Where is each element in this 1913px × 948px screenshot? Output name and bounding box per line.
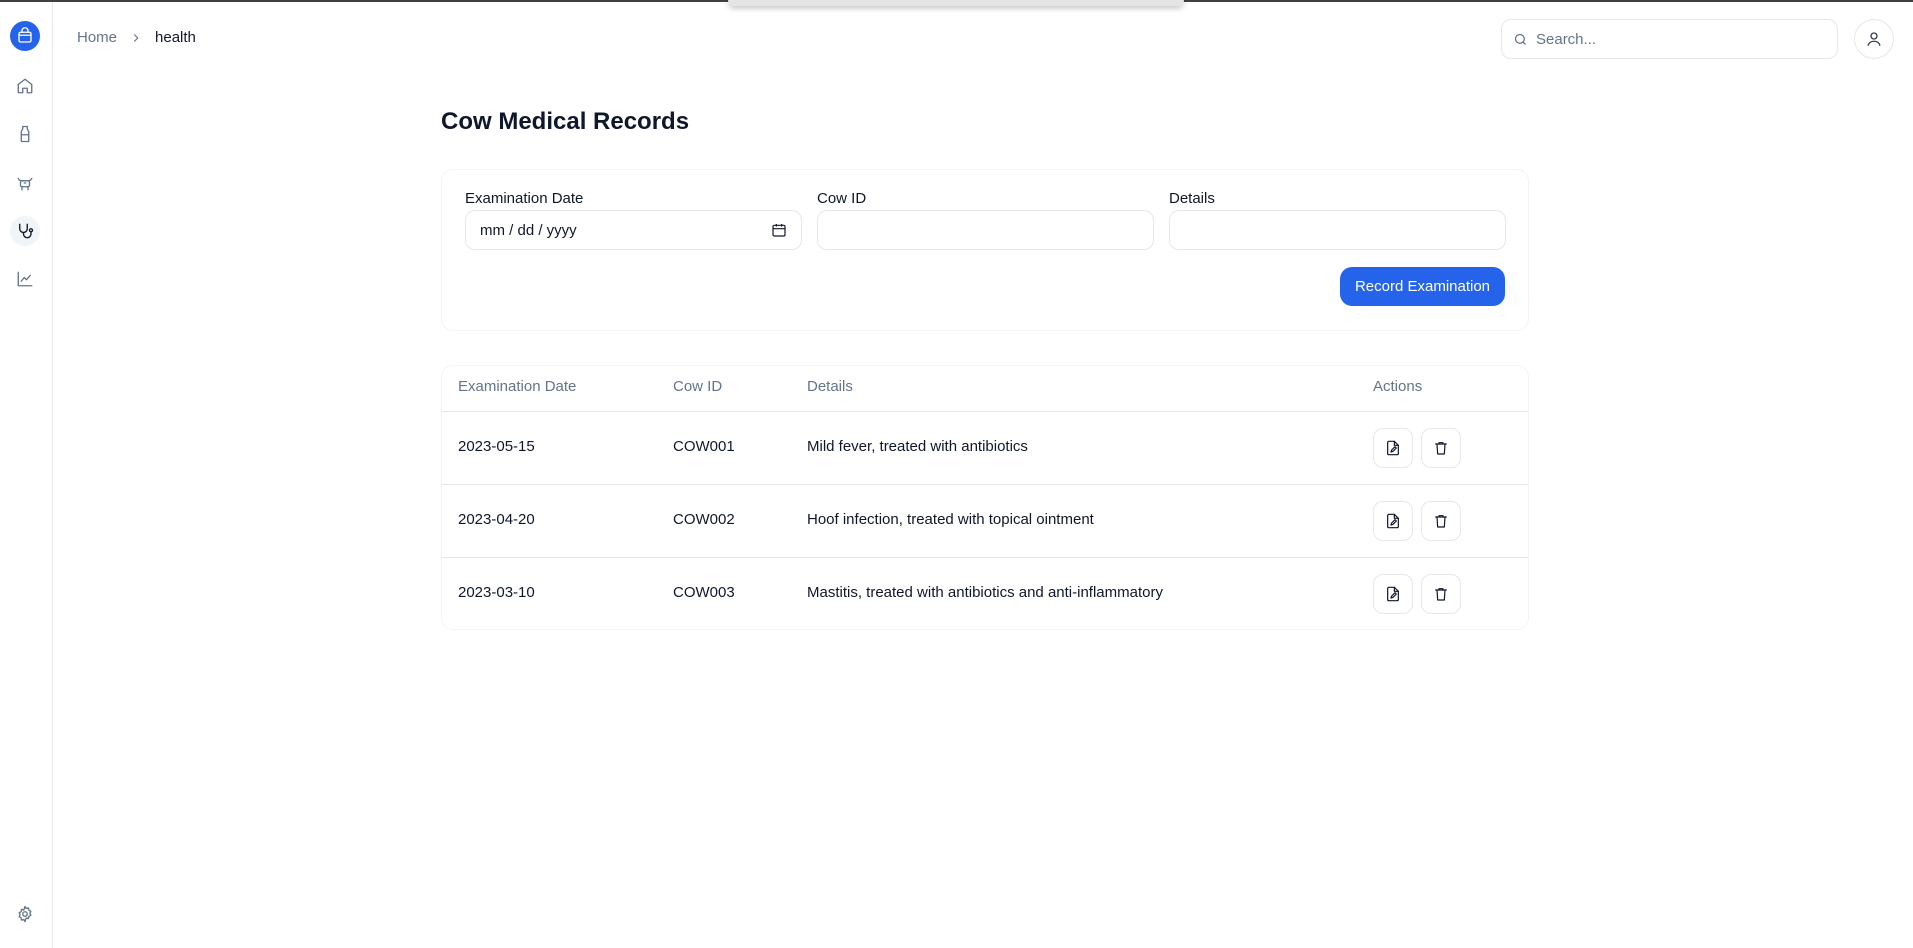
search-input[interactable] xyxy=(1536,30,1826,48)
home-icon[interactable] xyxy=(10,71,40,101)
search-box xyxy=(1501,19,1838,59)
sidebar xyxy=(0,2,53,948)
row-date: 2023-04-20 xyxy=(458,511,535,528)
stethoscope-icon[interactable] xyxy=(10,216,40,246)
breadcrumb-home-link[interactable]: Home xyxy=(77,29,117,46)
row-cow-id: COW002 xyxy=(673,511,735,528)
trash-icon xyxy=(1435,442,1447,455)
top-header: Home health xyxy=(54,2,1913,74)
calendar-icon[interactable] xyxy=(771,222,787,238)
cow-id-field xyxy=(817,210,1154,250)
cow-id-input[interactable] xyxy=(832,221,1139,239)
row-details: Mild fever, treated with antibiotics xyxy=(807,438,1028,455)
breadcrumb-current: health xyxy=(155,29,196,46)
edit-record-button[interactable] xyxy=(1373,428,1413,468)
cow-id-label: Cow ID xyxy=(817,190,867,207)
table-row: 2023-05-15 COW001 Mild fever, treated wi… xyxy=(442,412,1528,485)
user-avatar-button[interactable] xyxy=(1854,19,1894,59)
row-cow-id: COW001 xyxy=(673,438,735,455)
file-edit-icon xyxy=(1387,586,1399,602)
table-row: 2023-03-10 COW003 Mastitis, treated with… xyxy=(442,558,1528,629)
edit-record-button[interactable] xyxy=(1373,574,1413,614)
record-examination-button[interactable]: Record Examination xyxy=(1340,267,1505,306)
details-field xyxy=(1169,210,1506,250)
column-header-details: Details xyxy=(807,378,853,395)
column-header-date: Examination Date xyxy=(458,378,577,395)
table-header: Examination Date Cow ID Details Actions xyxy=(442,366,1528,412)
trash-icon xyxy=(1435,588,1447,601)
row-cow-id: COW003 xyxy=(673,584,735,601)
records-table: Examination Date Cow ID Details Actions … xyxy=(441,365,1529,630)
table-row: 2023-04-20 COW002 Hoof infection, treate… xyxy=(442,485,1528,558)
row-date: 2023-03-10 xyxy=(458,584,535,601)
delete-record-button[interactable] xyxy=(1421,574,1461,614)
row-date: 2023-05-15 xyxy=(458,438,535,455)
details-input[interactable] xyxy=(1184,221,1491,239)
delete-record-button[interactable] xyxy=(1421,501,1461,541)
details-label: Details xyxy=(1169,190,1215,207)
date-placeholder: mm / dd / yyyy xyxy=(480,221,577,239)
examination-form xyxy=(441,169,1529,331)
file-edit-icon xyxy=(1387,513,1399,529)
file-edit-icon xyxy=(1387,440,1399,456)
app-logo-icon[interactable] xyxy=(10,21,40,51)
milk-bottle-icon[interactable] xyxy=(10,119,40,149)
user-icon xyxy=(1867,32,1881,46)
row-details: Hoof infection, treated with topical oin… xyxy=(807,511,1094,528)
cow-icon[interactable] xyxy=(10,168,40,198)
settings-gear-icon[interactable] xyxy=(10,899,40,929)
edit-record-button[interactable] xyxy=(1373,501,1413,541)
examination-date-label: Examination Date xyxy=(465,190,584,207)
chart-line-icon[interactable] xyxy=(10,264,40,294)
column-header-cow-id: Cow ID xyxy=(673,378,723,395)
breadcrumb: Home health xyxy=(77,29,196,46)
chevron-right-icon xyxy=(129,31,143,45)
trash-icon xyxy=(1435,515,1447,528)
delete-record-button[interactable] xyxy=(1421,428,1461,468)
column-header-actions: Actions xyxy=(1373,378,1423,395)
row-details: Mastitis, treated with antibiotics and a… xyxy=(807,584,1163,601)
examination-date-field[interactable]: mm / dd / yyyy xyxy=(465,210,802,250)
page-title: Cow Medical Records xyxy=(441,108,690,135)
search-icon xyxy=(1514,33,1526,45)
